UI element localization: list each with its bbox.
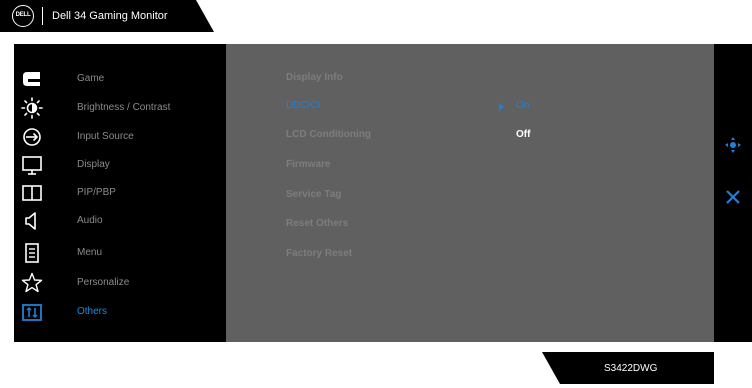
display-icon [22,156,42,175]
option-off[interactable]: Off [516,129,530,140]
menu-item-display[interactable]: Display [14,152,226,180]
model-tab: S3422DWG [542,352,714,384]
audio-icon [25,212,36,230]
model-number: S3422DWG [604,363,658,374]
joystick-navigate-icon[interactable] [724,136,742,154]
menu-item-label: PIP/PBP [77,187,116,198]
menu-item-others[interactable]: Others [14,299,226,327]
menu-item-label: Others [77,306,108,317]
navigation-pane [714,44,752,342]
close-icon[interactable] [724,188,742,206]
menu-item-input-source[interactable]: Input Source [14,124,226,152]
title-divider [42,7,43,25]
menu-item-label: Input Source [77,131,134,142]
submenu-item-reset-others[interactable]: Reset Others [286,218,348,229]
game-icon [23,72,40,86]
menu-item-brightness-contrast[interactable]: Brightness / Contrast [14,95,226,123]
window-title: Dell 34 Gaming Monitor [52,10,168,22]
osd-menu: Game Brightness / Contrast Input Source … [14,44,752,342]
menu-item-label: Brightness / Contrast [77,102,171,113]
submenu-item-ddc-ci[interactable]: DDC/CI [286,100,320,111]
menu-item-pip-pbp[interactable]: PIP/PBP [14,180,226,208]
title-bar: DELL Dell 34 Gaming Monitor [0,0,214,32]
menu-item-label: Menu [77,247,103,258]
menu-item-menu[interactable]: Menu [14,240,226,268]
menu-item-audio[interactable]: Audio [14,208,226,236]
others-icon [22,304,42,321]
menu-item-personalize[interactable]: Personalize [14,270,226,298]
menu-item-label: Audio [77,215,103,226]
option-on[interactable]: On [516,100,529,111]
personalize-star-icon [21,272,43,293]
submenu-item-lcd-conditioning[interactable]: LCD Conditioning [286,129,371,140]
pip-pbp-icon [22,185,42,201]
submenu-item-firmware[interactable]: Firmware [286,159,330,170]
dell-logo: DELL [12,5,34,27]
selection-arrow-icon [499,103,504,111]
submenu-item-display-info[interactable]: Display Info [286,72,343,83]
submenu-item-factory-reset[interactable]: Factory Reset [286,248,352,259]
submenu-pane: Display Info DDC/CI LCD Conditioning Fir… [226,44,714,342]
input-source-icon [23,128,41,146]
menu-item-label: Game [77,73,105,84]
menu-item-game[interactable]: Game [14,66,226,94]
menu-item-label: Personalize [77,277,130,288]
brightness-icon [21,97,43,119]
main-menu: Game Brightness / Contrast Input Source … [14,44,226,342]
menu-icon [25,243,39,263]
menu-item-label: Display [77,159,110,170]
submenu-item-service-tag[interactable]: Service Tag [286,189,341,200]
